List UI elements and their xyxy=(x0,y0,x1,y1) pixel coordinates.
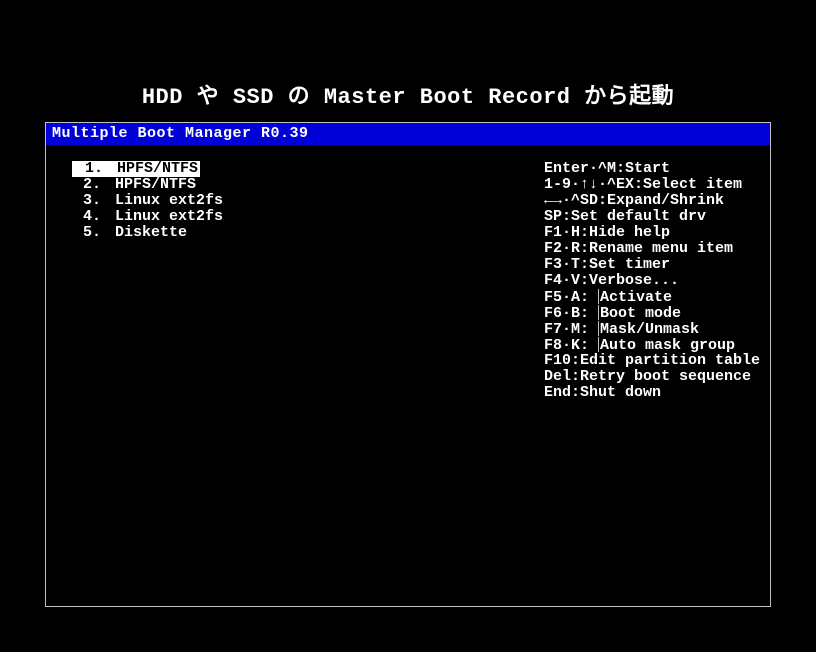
colon-separator: : xyxy=(571,368,580,385)
help-description: Mask/Unmask xyxy=(600,321,699,338)
page-heading: HDD や SSD の Master Boot Record から起動 xyxy=(0,78,816,110)
help-key: F3·T xyxy=(544,256,580,273)
boot-entry-number: 2 xyxy=(72,177,92,193)
help-key: End xyxy=(544,384,571,401)
boot-entry-number: 1 xyxy=(72,161,94,177)
help-line: F1·H:Hide help xyxy=(544,225,760,241)
boot-manager-window: Multiple Boot Manager R0.39 1.HPFS/NTFS2… xyxy=(45,122,771,607)
help-key: ←→·^SD xyxy=(544,192,598,209)
vertical-bar-icon xyxy=(598,289,599,304)
period-icon: . xyxy=(94,160,103,177)
help-line: ←→·^SD:Expand/Shrink xyxy=(544,193,760,209)
boot-entry[interactable]: 4.Linux ext2fs xyxy=(72,209,225,225)
help-key: F6·B xyxy=(544,305,580,322)
help-line: Del:Retry boot sequence xyxy=(544,369,760,385)
help-description: Select item xyxy=(643,176,742,193)
colon-separator: : xyxy=(580,321,598,338)
help-line: 1-9·↑↓·^EX:Select item xyxy=(544,177,760,193)
help-key: 1-9·↑↓·^EX xyxy=(544,176,634,193)
help-line: F6·B: Boot mode xyxy=(544,305,760,321)
help-key: F4·V xyxy=(544,272,580,289)
help-line: SP:Set default drv xyxy=(544,209,760,225)
colon-separator: : xyxy=(571,384,580,401)
boot-entry[interactable]: 3.Linux ext2fs xyxy=(72,193,225,209)
help-key: SP xyxy=(544,208,562,225)
help-line: F5·A: Activate xyxy=(544,289,760,305)
help-line: End:Shut down xyxy=(544,385,760,401)
period-icon: . xyxy=(92,176,101,193)
help-key: Enter·^M xyxy=(544,160,616,177)
help-description: Edit partition table xyxy=(580,352,760,369)
colon-separator: : xyxy=(616,160,625,177)
colon-separator: : xyxy=(634,176,643,193)
help-description: Set default drv xyxy=(571,208,706,225)
vertical-bar-icon xyxy=(598,337,599,352)
window-body: 1.HPFS/NTFS2.HPFS/NTFS3.Linux ext2fs4.Li… xyxy=(46,145,770,606)
help-key: F5·A xyxy=(544,289,580,306)
help-description: Rename menu item xyxy=(589,240,733,257)
help-line: F4·V:Verbose... xyxy=(544,273,760,289)
help-description: Boot mode xyxy=(600,305,681,322)
colon-separator: : xyxy=(580,305,598,322)
colon-separator: : xyxy=(580,256,589,273)
help-key: F1·H xyxy=(544,224,580,241)
boot-entry-label: Linux ext2fs xyxy=(105,209,225,225)
vertical-bar-icon xyxy=(598,305,599,320)
boot-entry[interactable]: 2.HPFS/NTFS xyxy=(72,177,225,193)
window-title: Multiple Boot Manager R0.39 xyxy=(46,123,770,145)
colon-separator: : xyxy=(580,289,598,306)
help-description: Verbose... xyxy=(589,272,679,289)
help-description: Hide help xyxy=(589,224,670,241)
period-icon: . xyxy=(92,192,101,209)
keyboard-help-panel: Enter·^M:Start1-9·↑↓·^EX:Select item←→·^… xyxy=(544,161,760,401)
help-line: F8·K: Auto mask group xyxy=(544,337,760,353)
boot-entries-list: 1.HPFS/NTFS2.HPFS/NTFS3.Linux ext2fs4.Li… xyxy=(72,161,225,241)
help-line: F10:Edit partition table xyxy=(544,353,760,369)
help-description: Activate xyxy=(600,289,672,306)
help-line: F2·R:Rename menu item xyxy=(544,241,760,257)
help-line: F3·T:Set timer xyxy=(544,257,760,273)
boot-entry-label: Diskette xyxy=(105,225,189,241)
help-key: Del xyxy=(544,368,571,385)
period-icon: . xyxy=(92,208,101,225)
colon-separator: : xyxy=(580,240,589,257)
boot-entry-label: HPFS/NTFS xyxy=(107,161,200,177)
boot-entry[interactable]: 5.Diskette xyxy=(72,225,225,241)
colon-separator: : xyxy=(580,272,589,289)
help-description: Shut down xyxy=(580,384,661,401)
boot-entry-number: 4 xyxy=(72,209,92,225)
help-line: F7·M: Mask/Unmask xyxy=(544,321,760,337)
period-icon: . xyxy=(92,224,101,241)
boot-entry-number: 5 xyxy=(72,225,92,241)
vertical-bar-icon xyxy=(598,321,599,336)
boot-entry[interactable]: 1.HPFS/NTFS xyxy=(72,161,225,177)
help-key: F10 xyxy=(544,352,571,369)
colon-separator: : xyxy=(562,208,571,225)
help-key: F2·R xyxy=(544,240,580,257)
help-line: Enter·^M:Start xyxy=(544,161,760,177)
colon-separator: : xyxy=(580,224,589,241)
help-description: Expand/Shrink xyxy=(607,192,724,209)
boot-entry-label: Linux ext2fs xyxy=(105,193,225,209)
help-description: Start xyxy=(625,160,670,177)
help-description: Set timer xyxy=(589,256,670,273)
help-key: F7·M xyxy=(544,321,580,338)
colon-separator: : xyxy=(598,192,607,209)
boot-entry-label: HPFS/NTFS xyxy=(105,177,198,193)
colon-separator: : xyxy=(571,352,580,369)
boot-entry-number: 3 xyxy=(72,193,92,209)
help-description: Retry boot sequence xyxy=(580,368,751,385)
